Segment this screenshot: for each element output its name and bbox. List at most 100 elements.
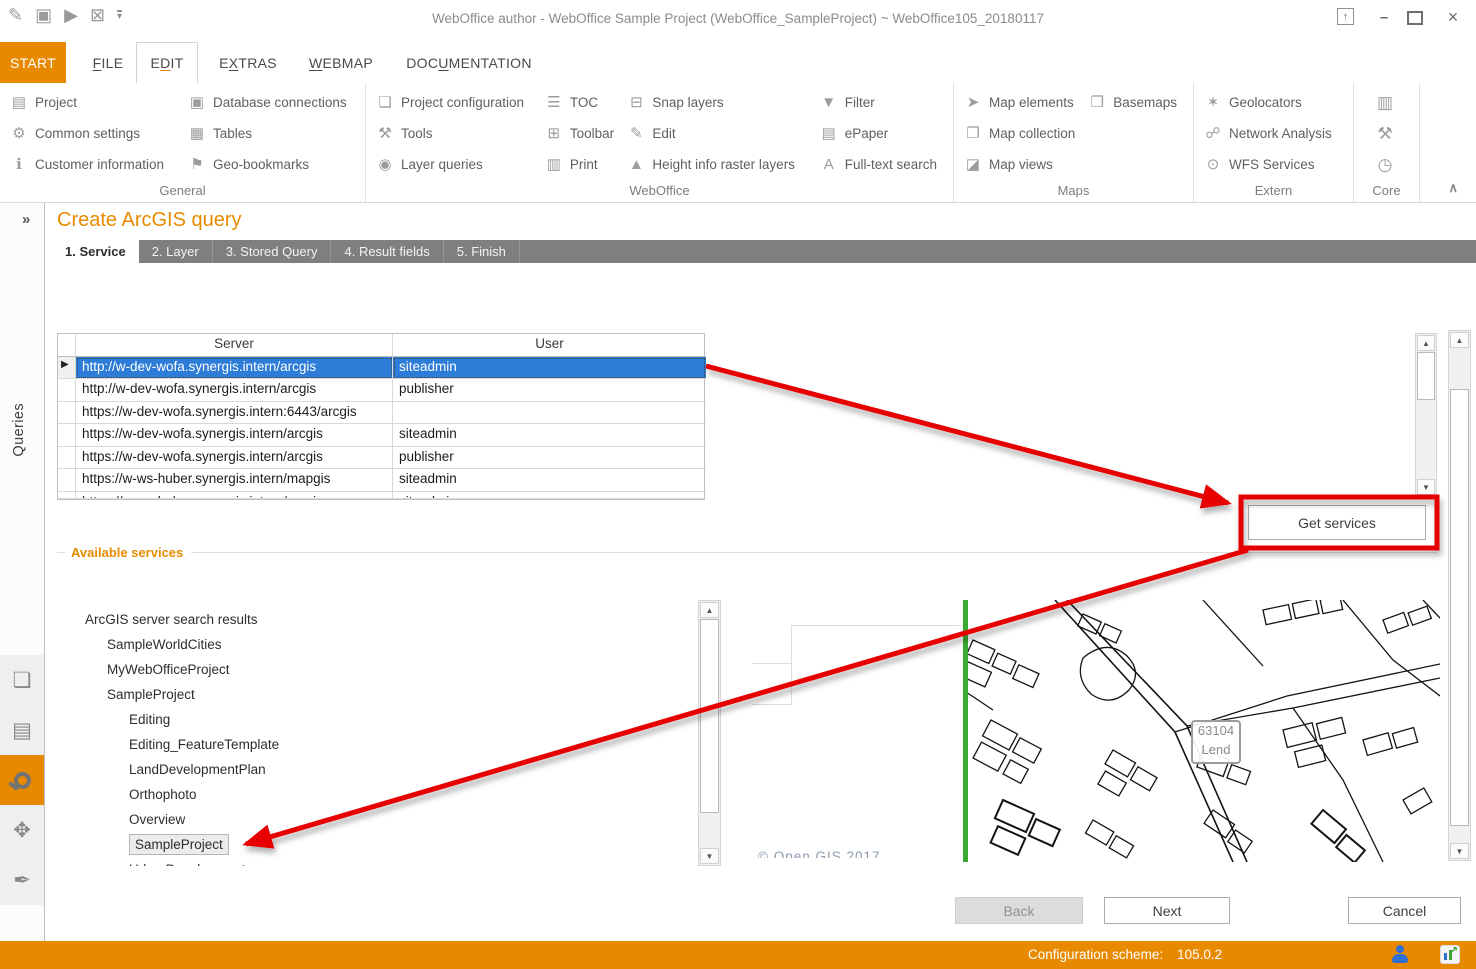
popout-icon[interactable]: ↑ [1337, 8, 1354, 25]
table-row[interactable]: http://w-dev-wofa.synergis.intern/arcgis… [58, 379, 704, 402]
left-panel-rail: » Queries ❏ ▤ ✥ ✒ [0, 203, 45, 941]
tab-extras[interactable]: EXTRAS [212, 42, 284, 83]
ribbon-item-wfs-services[interactable]: ⊙WFS Services [1204, 152, 1332, 176]
ribbon-item-toolbar[interactable]: ⊞Toolbar [545, 121, 618, 145]
queries-magnifier-icon[interactable] [0, 755, 44, 805]
ribbon-item-tables[interactable]: ▦Tables [188, 121, 347, 145]
ribbon-item-project[interactable]: ▤Project [10, 90, 178, 114]
core-clock-icon: ◷ [1376, 156, 1394, 173]
table-row-clipped[interactable]: https://w-ws-huber.synergis.intern/arcgi… [58, 492, 704, 499]
tab-file[interactable]: FILE [80, 42, 136, 83]
scrollbar-thumb[interactable] [1417, 352, 1435, 400]
table-row[interactable]: https://w-dev-wofa.synergis.intern:6443/… [58, 402, 704, 425]
tree-item-root[interactable]: ArcGIS server search results [85, 607, 645, 632]
tree-item-clipped[interactable]: UrbanDevelopment [85, 857, 645, 866]
tree-item[interactable]: MyWebOfficeProject [85, 657, 645, 682]
projects-notebook-icon[interactable]: ▤ [0, 705, 44, 755]
table-row[interactable]: https://w-dev-wofa.synergis.intern/arcgi… [58, 424, 704, 447]
step-tab-finish[interactable]: 5. Finish [444, 240, 520, 263]
status-bar: Configuration scheme:105.0.2 ↗ [0, 941, 1476, 969]
compass-arrow-icon: ➤ [964, 95, 982, 110]
ribbon-item-core-window[interactable]: ▥ [1364, 90, 1406, 114]
cancel-button[interactable]: Cancel [1348, 897, 1461, 924]
ribbon-item-filter[interactable]: ▼Filter [820, 90, 937, 114]
scrollbar-thumb[interactable] [1450, 389, 1469, 826]
ribbon-item-snap-layers[interactable]: ⊟Snap layers [627, 90, 809, 114]
ribbon-item-map-elements[interactable]: ➤Map elements [964, 90, 1078, 114]
ribbon-item-tools[interactable]: ⚒Tools [376, 121, 535, 145]
ribbon-item-customer-information[interactable]: ℹCustomer information [10, 152, 178, 176]
ribbon-item-edit[interactable]: ✎Edit [627, 121, 809, 145]
ribbon-item-map-views[interactable]: ◪Map views [964, 152, 1078, 176]
ribbon-item-project-configuration[interactable]: ❏Project configuration [376, 90, 535, 114]
table-row[interactable]: https://w-ws-huber.synergis.intern/mapgi… [58, 469, 704, 492]
core-settings-icon: ⚒ [1376, 125, 1394, 142]
bookmark-flag-icon: ⚑ [188, 157, 206, 172]
scroll-down-icon[interactable]: ▼ [1417, 479, 1435, 495]
tab-documentation[interactable]: DOCUMENTATION [402, 42, 536, 83]
table-scrollbar[interactable]: ▲ ▼ [1415, 333, 1437, 497]
next-button[interactable]: Next [1104, 897, 1230, 924]
step-tab-stored-query[interactable]: 3. Stored Query [213, 240, 332, 263]
panel-label-queries: Queries [11, 403, 27, 457]
ribbon-item-map-collection[interactable]: ❐Map collection [964, 121, 1078, 145]
ribbon-item-layer-queries[interactable]: ◉Layer queries [376, 152, 535, 176]
page-scrollbar[interactable]: ▲ ▼ [1448, 330, 1471, 861]
tab-start[interactable]: START [0, 42, 66, 83]
ribbon-spacer: ∧ [1420, 83, 1476, 202]
ribbon-item-core-settings[interactable]: ⚒ [1364, 121, 1406, 145]
step-tab-result-fields[interactable]: 4. Result fields [331, 240, 443, 263]
design-pen-icon[interactable]: ✒ [0, 855, 44, 905]
ribbon-item-network-analysis[interactable]: ☍Network Analysis [1204, 121, 1332, 145]
scroll-down-icon[interactable]: ▼ [700, 848, 719, 864]
tree-item[interactable]: Overview [85, 807, 645, 832]
scroll-up-icon[interactable]: ▲ [700, 602, 719, 618]
column-header-server[interactable]: Server [76, 334, 393, 357]
pushpin-icon: ✶ [1204, 95, 1222, 110]
ribbon-item-toc[interactable]: ☰TOC [545, 90, 618, 114]
maximize-button[interactable] [1407, 11, 1423, 25]
scrollbar-thumb[interactable] [700, 619, 719, 813]
new-project-icon[interactable]: ❏ [0, 655, 44, 705]
table-row[interactable]: https://w-dev-wofa.synergis.intern/arcgi… [58, 447, 704, 470]
panel-expander-icon[interactable]: » [22, 211, 30, 228]
tree-scrollbar[interactable]: ▲ ▼ [698, 600, 721, 866]
scroll-up-icon[interactable]: ▲ [1417, 335, 1435, 351]
back-button[interactable]: Back [955, 897, 1083, 924]
minimize-button[interactable]: – [1375, 8, 1393, 26]
tree-item[interactable]: Editing_FeatureTemplate [85, 732, 645, 757]
close-button[interactable]: × [1444, 8, 1462, 26]
move-edit-icon[interactable]: ✥ [0, 805, 44, 855]
tree-item[interactable]: LandDevelopmentPlan [85, 757, 645, 782]
tree-item[interactable]: Orthophoto [85, 782, 645, 807]
tree-item[interactable]: SampleProject [85, 682, 645, 707]
collapse-ribbon-icon[interactable]: ∧ [1448, 180, 1458, 196]
ribbon-item-core-sessions[interactable]: ◷ [1364, 152, 1406, 176]
ribbon-item-epaper[interactable]: ▤ePaper [820, 121, 937, 145]
ribbon-item-full-text-search[interactable]: AFull-text search [820, 152, 937, 176]
ribbon-item-common-settings[interactable]: ⚙Common settings [10, 121, 178, 145]
ribbon-item-print[interactable]: ▥Print [545, 152, 618, 176]
step-tab-service[interactable]: 1. Service [52, 240, 139, 263]
column-header-user[interactable]: User [393, 334, 706, 357]
district-name: Lend [1193, 741, 1239, 760]
tab-webmap[interactable]: WEBMAP [302, 42, 380, 83]
user-icon[interactable] [1392, 945, 1408, 964]
tree-item[interactable]: Editing [85, 707, 645, 732]
scroll-down-icon[interactable]: ▼ [1450, 843, 1469, 859]
tab-edit[interactable]: EDIT [136, 42, 198, 83]
get-services-button[interactable]: Get services [1248, 505, 1426, 540]
statistics-icon[interactable]: ↗ [1440, 945, 1460, 964]
gears-icon: ⚙ [10, 126, 28, 141]
tree-item-sampleproject-selected[interactable]: SampleProject [85, 832, 645, 857]
ribbon-item-basemaps[interactable]: ❒Basemaps [1088, 90, 1177, 114]
tree-item[interactable]: SampleWorldCities [85, 632, 645, 657]
ribbon-item-geo-bookmarks[interactable]: ⚑Geo-bookmarks [188, 152, 347, 176]
map-views-icon: ◪ [964, 157, 982, 172]
ribbon-item-geolocators[interactable]: ✶Geolocators [1204, 90, 1332, 114]
ribbon-item-height-info-raster-layers[interactable]: ▲Height info raster layers [627, 152, 809, 176]
scroll-up-icon[interactable]: ▲ [1450, 332, 1469, 348]
step-tab-layer[interactable]: 2. Layer [139, 240, 213, 263]
ribbon-item-database-connections[interactable]: ▣Database connections [188, 90, 347, 114]
table-row[interactable]: ▶ http://w-dev-wofa.synergis.intern/arcg… [58, 357, 704, 380]
